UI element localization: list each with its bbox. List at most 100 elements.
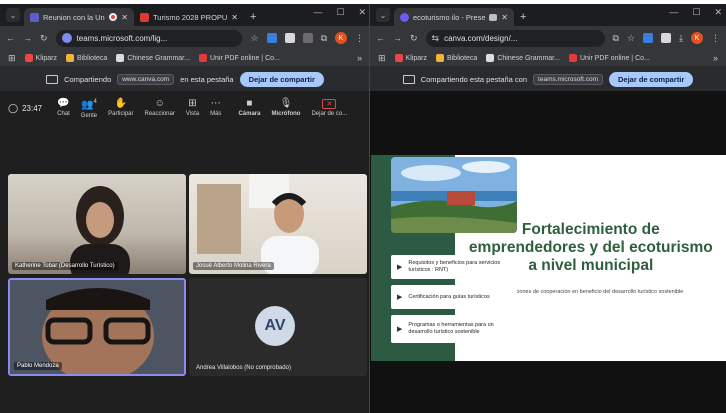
- share-text: Compartiendo esta pestaña con: [420, 74, 528, 84]
- more-bookmarks-icon[interactable]: »: [357, 53, 362, 63]
- extension-icon[interactable]: [661, 33, 672, 43]
- tab-search-icon[interactable]: ⌄: [376, 8, 390, 22]
- slide-left-panel: ▶ Requisitos y beneficios para servicios…: [371, 155, 517, 361]
- canva-browser-window: ⌄ ecoturismo ilo - Presentación ✕ + — ☐ …: [369, 4, 726, 413]
- participant-tile[interactable]: Josué Alberto Molina Rivera: [189, 174, 367, 274]
- tab-canva[interactable]: ecoturismo ilo - Presentación ✕: [394, 8, 514, 26]
- screen-share-icon: [402, 74, 415, 84]
- button-label: Participar: [108, 111, 134, 117]
- bookmark-label: Kliparz: [35, 54, 57, 62]
- camera-button[interactable]: ■ Cámara: [238, 99, 261, 118]
- stop-sharing-button[interactable]: Dejar de compartir: [239, 71, 324, 87]
- participant-video: [10, 280, 184, 374]
- new-tab-icon[interactable]: +: [520, 11, 526, 23]
- tab-label: ecoturismo ilo - Presentación: [413, 12, 486, 22]
- download-icon[interactable]: ⤓: [679, 33, 683, 44]
- site-info-icon[interactable]: [61, 33, 72, 43]
- stop-share-button[interactable]: ✕ Dejar de co...: [311, 99, 347, 117]
- minimize-icon[interactable]: —: [313, 7, 322, 18]
- minimize-icon[interactable]: —: [669, 7, 678, 18]
- presentation-slide[interactable]: ▶ Requisitos y beneficios para servicios…: [371, 155, 726, 361]
- screen-share-icon: [46, 74, 59, 84]
- bookmark-label: Kliparz: [405, 54, 427, 62]
- slide-item-text: Programas o herramientas para un desarro…: [408, 322, 494, 335]
- bookmark-label: Chinese Grammar...: [497, 54, 560, 62]
- button-label: Vista: [185, 111, 200, 117]
- bookmark[interactable]: Biblioteca: [65, 54, 107, 62]
- reload-icon[interactable]: ↻: [40, 33, 48, 44]
- new-tab-icon[interactable]: +: [250, 11, 256, 23]
- participant-name: Josué Alberto Molina Rivera: [193, 262, 274, 270]
- bookmark-icon: [486, 54, 495, 62]
- menu-icon[interactable]: ⋮: [711, 33, 720, 44]
- extension-icon[interactable]: [643, 33, 654, 43]
- extension-icon[interactable]: [266, 33, 277, 43]
- bookmark-label: Biblioteca: [446, 54, 478, 62]
- raise-hand-button[interactable]: ✋ Participar: [108, 99, 134, 118]
- more-button[interactable]: ⋯ Más: [210, 99, 221, 118]
- close-window-icon[interactable]: ✕: [714, 7, 722, 18]
- participant-tile[interactable]: Katherine Tobar (Desarrollo Turístico): [8, 174, 186, 274]
- bookmark-label: Unir PDF online | Co...: [579, 54, 650, 62]
- participant-name: Andrea Villalobos (No comprobado): [196, 365, 291, 371]
- menu-icon[interactable]: ⋮: [355, 33, 364, 44]
- tab-search-icon[interactable]: ⌄: [6, 8, 20, 22]
- extension-icon[interactable]: [284, 33, 295, 43]
- close-icon[interactable]: ✕: [231, 13, 238, 22]
- button-label: Cámara: [238, 111, 261, 117]
- bookmark[interactable]: Biblioteca: [435, 54, 478, 62]
- profile-avatar[interactable]: K: [335, 32, 347, 44]
- more-bookmarks-icon[interactable]: »: [713, 53, 718, 63]
- button-label: Gente: [80, 112, 98, 119]
- participant-name: Pablo Mendoza: [14, 362, 62, 370]
- people-icon: 👥4: [81, 99, 97, 111]
- share-text-suffix: en esta pestaña: [180, 74, 234, 84]
- chat-button[interactable]: 💬 Chat: [57, 99, 70, 118]
- bookmark[interactable]: Chinese Grammar...: [116, 54, 190, 62]
- recording-icon: [109, 13, 118, 21]
- close-icon[interactable]: ✕: [501, 13, 508, 22]
- extension-icon[interactable]: [302, 33, 313, 43]
- bookmark[interactable]: Kliparz: [394, 54, 427, 62]
- stop-sharing-button[interactable]: Dejar de compartir: [609, 71, 694, 87]
- apps-icon[interactable]: ⊞: [378, 53, 386, 64]
- translate-icon[interactable]: ⧉: [613, 33, 619, 44]
- star-icon[interactable]: ☆: [627, 33, 635, 44]
- star-icon[interactable]: ☆: [250, 33, 258, 44]
- microphone-icon: 🎙: [279, 98, 293, 109]
- reaction-icon: ☺: [154, 98, 165, 109]
- people-button[interactable]: 👥4 Gente: [81, 97, 97, 118]
- bookmark[interactable]: Unir PDF online | Co...: [568, 54, 650, 62]
- stop-share-icon: ✕: [322, 99, 337, 109]
- microphone-button[interactable]: 🎙 Micrófono: [271, 98, 300, 118]
- view-button[interactable]: ⊞ Vista: [185, 99, 200, 118]
- maximize-icon[interactable]: ☐: [692, 7, 700, 18]
- address-bar[interactable]: ⇆ canva.com/design/...: [425, 29, 605, 47]
- shield-icon: ◯: [8, 102, 19, 113]
- bookmark[interactable]: Chinese Grammar...: [486, 54, 560, 62]
- button-label: Dejar de co...: [311, 111, 348, 117]
- forward-icon[interactable]: →: [393, 33, 402, 43]
- apps-icon[interactable]: ⊞: [8, 53, 16, 64]
- participant-tile-active-speaker[interactable]: Pablo Mendoza: [8, 278, 186, 376]
- bookmark[interactable]: Kliparz: [24, 54, 57, 62]
- puzzle-icon[interactable]: ⧉: [321, 33, 327, 44]
- back-icon[interactable]: ←: [6, 33, 15, 43]
- forward-icon[interactable]: →: [23, 33, 32, 43]
- tab-strip: ⌄ ecoturismo ilo - Presentación ✕ + — ☐ …: [370, 4, 726, 26]
- sharing-notice-bar: Compartiendo esta pestaña con teams.micr…: [370, 67, 726, 91]
- maximize-icon[interactable]: ☐: [336, 7, 344, 18]
- tab-teams-meeting[interactable]: Reunion con la Unidad de Ecoturismo ✕: [24, 8, 134, 26]
- back-icon[interactable]: ←: [376, 33, 385, 43]
- tab-pdf[interactable]: Turismo 2028 PROPUESTA ✕: [134, 8, 244, 26]
- react-button[interactable]: ☺ Reaccionar: [145, 98, 175, 118]
- profile-avatar[interactable]: K: [691, 32, 703, 44]
- participant-tile[interactable]: AV Andrea Villalobos (No comprobado): [189, 278, 367, 376]
- close-window-icon[interactable]: ✕: [358, 7, 366, 18]
- reload-icon[interactable]: ↻: [410, 33, 418, 44]
- site-settings-icon[interactable]: ⇆: [432, 33, 440, 44]
- share-text: Compartiendo: [64, 74, 112, 84]
- close-icon[interactable]: ✕: [121, 13, 128, 22]
- address-bar[interactable]: teams.microsoft.com/lig...: [55, 29, 243, 47]
- bookmark[interactable]: Unir PDF online | Co...: [198, 54, 280, 62]
